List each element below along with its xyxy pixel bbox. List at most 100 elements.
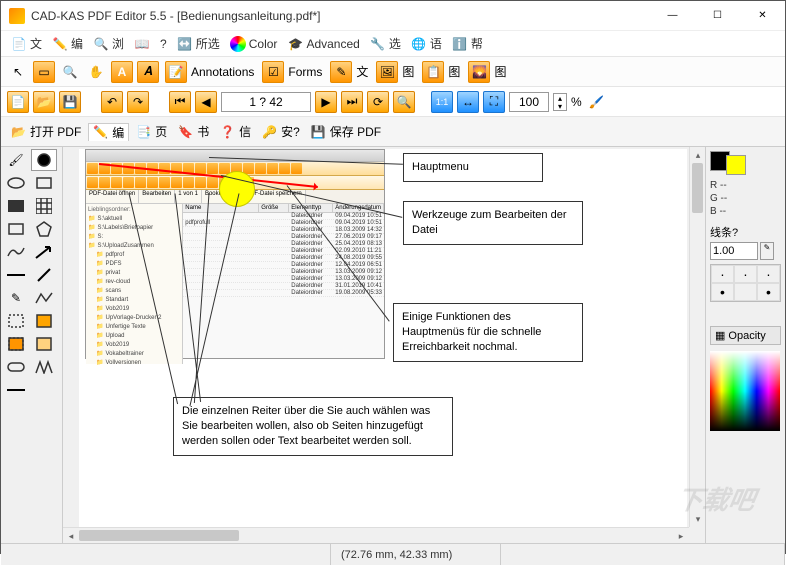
select-tool[interactable]: ▭: [33, 61, 55, 83]
b-value: B --: [710, 205, 781, 218]
copy-btn[interactable]: 📋图: [420, 61, 462, 83]
fit-page-button[interactable]: ⛶: [483, 91, 505, 113]
menubar: 📄文 ✏️编 🔍浏 📖 ? ↔️所选 Color 🎓Advanced 🔧选 🌐语…: [1, 31, 785, 57]
line-width-label: 线条?: [710, 224, 781, 240]
open-file-button[interactable]: 📂: [33, 91, 55, 113]
menu-options[interactable]: 🔧选: [366, 33, 405, 54]
color-picker[interactable]: [710, 351, 780, 431]
curve-tool[interactable]: [3, 241, 29, 263]
marquee-tool[interactable]: [3, 310, 29, 332]
horizontal-scrollbar[interactable]: ◂ ▸: [63, 527, 689, 543]
rounded-tool[interactable]: [3, 356, 29, 378]
menu-help[interactable]: ℹ️帮: [448, 33, 487, 54]
rect2-tool[interactable]: [31, 310, 57, 332]
rect-tool[interactable]: [31, 172, 57, 194]
line-style-grid[interactable]: ··· ••: [710, 264, 781, 302]
zoom-spinner[interactable]: ▴▾: [553, 93, 567, 111]
grid-tool[interactable]: [31, 195, 57, 217]
color-swatches[interactable]: [710, 151, 781, 175]
new-file-button[interactable]: 📄: [7, 91, 29, 113]
shape-tool-palette: 🖌 ✎: [1, 147, 63, 543]
brush-icon[interactable]: 🖌️: [586, 91, 608, 113]
toolbar-edit: ↖ ▭ 🔍 ✋ A 𝑨 📝Annotations ☑Forms ✎文 🖼图 📋图…: [1, 57, 785, 87]
page-input[interactable]: [221, 92, 311, 112]
callout-reiter: Die einzelnen Reiter über die Sie auch w…: [173, 397, 453, 456]
empty-tool: [31, 379, 57, 401]
menu-language[interactable]: 🌐语: [407, 33, 446, 54]
menu-help-q[interactable]: ?: [156, 35, 171, 53]
ellipse-tool[interactable]: [3, 172, 29, 194]
opacity-icon: ▦: [715, 329, 725, 342]
tab-save-pdf[interactable]: 💾保存 PDF: [307, 123, 385, 140]
menu-file[interactable]: 📄文: [7, 33, 46, 54]
diag-line-tool[interactable]: [31, 264, 57, 286]
menu-edit[interactable]: ✏️编: [48, 33, 87, 54]
font-tool[interactable]: 𝑨: [137, 61, 159, 83]
polygon-tool[interactable]: [31, 218, 57, 240]
tab-edit[interactable]: ✏️编: [88, 123, 129, 141]
fit-width-button[interactable]: ↔: [457, 91, 479, 113]
toolbar-nav: 📄 📂 💾 ↶ ↷ ⏮ ◀ ▶ ⏭ ⟳ 🔍 1:1 ↔ ⛶ ▴▾ % 🖌️: [1, 87, 785, 117]
image-btn[interactable]: 🖼图: [374, 61, 416, 83]
last-page-button[interactable]: ⏭: [341, 91, 363, 113]
zigzag-tool[interactable]: [31, 356, 57, 378]
zoom-input[interactable]: [509, 92, 549, 112]
tab-bookmarks[interactable]: 🔖书: [174, 123, 213, 140]
polyline-tool[interactable]: [31, 287, 57, 309]
line-width-spinner[interactable]: ✎: [760, 242, 774, 260]
text-btn[interactable]: ✎文: [328, 61, 370, 83]
background-swatch[interactable]: [726, 155, 746, 175]
first-page-button[interactable]: ⏮: [169, 91, 191, 113]
image-rect-tool[interactable]: [31, 333, 57, 355]
text-a-tool[interactable]: A: [111, 61, 133, 83]
main-area: 🖌 ✎ PDF-Datei öffnenBearbeiten1 von 1Boo…: [1, 147, 785, 543]
tab-pages[interactable]: 📑页: [132, 123, 171, 140]
forms-menu[interactable]: ☑Forms: [260, 61, 324, 83]
vertical-scrollbar[interactable]: ▴ ▾: [689, 147, 705, 527]
hline-tool[interactable]: [3, 379, 29, 401]
search-button[interactable]: 🔍: [393, 91, 415, 113]
redo-button[interactable]: ↷: [127, 91, 149, 113]
pattern-tool[interactable]: [3, 333, 29, 355]
prev-page-button[interactable]: ◀: [195, 91, 217, 113]
opacity-button[interactable]: ▦Opacity: [710, 326, 781, 345]
minimize-button[interactable]: —: [650, 1, 695, 31]
undo-button[interactable]: ↶: [101, 91, 123, 113]
close-button[interactable]: ✕: [740, 1, 785, 31]
callout-hauptmenu: Hauptmenu: [403, 153, 543, 182]
circle-fill-tool[interactable]: [31, 149, 57, 171]
line-width-input[interactable]: [710, 242, 758, 260]
menu-advanced[interactable]: 🎓Advanced: [283, 34, 363, 54]
arrow-tool[interactable]: [31, 241, 57, 263]
rect-fill-tool[interactable]: [3, 195, 29, 217]
magnify-tool[interactable]: 🔍: [59, 61, 81, 83]
statusbar: (72.76 mm, 42.33 mm): [1, 543, 785, 565]
refresh-button[interactable]: ⟳: [367, 91, 389, 113]
pencil-tool[interactable]: ✎: [3, 287, 29, 309]
brush-tool[interactable]: 🖌: [3, 149, 29, 171]
window-title: CAD-KAS PDF Editor 5.5 - [Bedienungsanle…: [31, 9, 650, 23]
save-file-button[interactable]: 💾: [59, 91, 81, 113]
next-page-button[interactable]: ▶: [315, 91, 337, 113]
line-tool[interactable]: [3, 264, 29, 286]
menu-color[interactable]: Color: [226, 34, 282, 54]
fit-11-button[interactable]: 1:1: [431, 91, 453, 113]
cursor-tool[interactable]: ↖: [7, 61, 29, 83]
document-canvas[interactable]: PDF-Datei öffnenBearbeiten1 von 1Bookmar…: [63, 147, 705, 543]
maximize-button[interactable]: ☐: [695, 1, 740, 31]
tab-security[interactable]: 🔑安?: [258, 123, 304, 140]
callout-werkzeuge: Werkzeuge zum Bearbeiten der Datei: [403, 201, 583, 245]
rect-outline-tool[interactable]: [3, 218, 29, 240]
menu-selection[interactable]: ↔️所选: [173, 33, 224, 54]
picture-btn[interactable]: 🌄图: [466, 61, 508, 83]
g-value: G --: [710, 192, 781, 205]
tab-info[interactable]: ❓信: [216, 123, 255, 140]
properties-panel: R -- G -- B -- 线条? ✎ ··· •• ▦Opacity: [705, 147, 785, 543]
tab-open-pdf[interactable]: 📂打开 PDF: [7, 123, 85, 140]
annotations-menu[interactable]: 📝Annotations: [163, 61, 256, 83]
menu-view[interactable]: 🔍浏: [89, 33, 128, 54]
app-icon: [9, 8, 25, 24]
hand-tool[interactable]: ✋: [85, 61, 107, 83]
callout-funktionen: Einige Funktionen des Hauptmenüs für die…: [393, 303, 583, 362]
menu-book[interactable]: 📖: [130, 34, 154, 54]
